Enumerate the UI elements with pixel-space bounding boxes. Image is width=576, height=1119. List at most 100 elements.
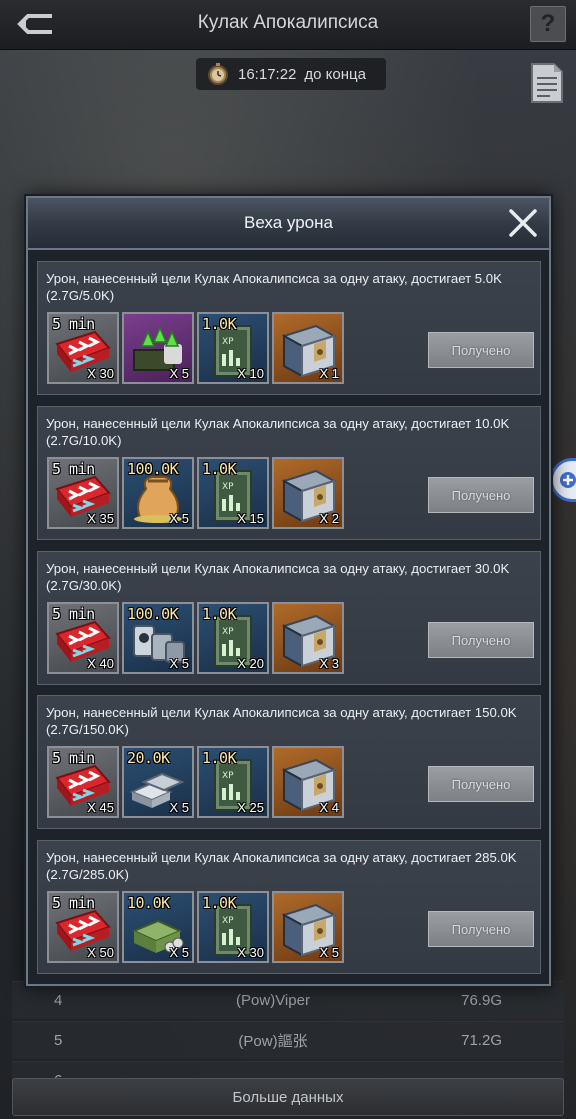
milestone-description: Урон, нанесенный цели Кулак Апокалипсиса…	[46, 561, 510, 576]
milestone-card: Урон, нанесенный цели Кулак Апокалипсиса…	[37, 840, 541, 974]
reward-quantity: X 30	[237, 945, 264, 960]
reward-item[interactable]: 5 min X 50	[47, 891, 119, 963]
reward-quantity: X 45	[87, 800, 114, 815]
leaderboard-score: 71.2G	[461, 1032, 502, 1049]
leaderboard-rank: 5	[54, 1032, 63, 1049]
reward-quantity: X 20	[237, 656, 264, 671]
reward-item[interactable]: 5 min X 30	[47, 312, 119, 384]
reward-list: 5 min X 45 20.0K X 5 XP 1.0K X 25 X 4	[47, 746, 344, 818]
reward-value-label: 10.0K	[127, 894, 170, 912]
back-button[interactable]	[14, 10, 58, 38]
reward-quantity: X 15	[237, 511, 264, 526]
leaderboard-player: (Pow)Viper	[236, 992, 310, 1009]
event-timer: 16:17:22 до конца	[196, 58, 386, 90]
top-bar: Кулак Апокалипсиса ?	[0, 0, 576, 50]
reward-value-label: 5 min	[52, 894, 95, 912]
leaderboard-row: 5 (Pow)謳张 71.2G	[12, 1021, 564, 1059]
claimed-button[interactable]: Получено	[428, 332, 534, 368]
milestone-card: Урон, нанесенный цели Кулак Апокалипсиса…	[37, 695, 541, 829]
reward-item[interactable]: X 4	[272, 746, 344, 818]
reward-item[interactable]: 20.0K X 5	[122, 746, 194, 818]
dialog-header: Веха урона	[28, 198, 549, 250]
reward-quantity: X 35	[87, 511, 114, 526]
milestone-description: Урон, нанесенный цели Кулак Апокалипсиса…	[46, 850, 517, 865]
reward-value-label: 20.0K	[127, 749, 170, 767]
claimed-button[interactable]: Получено	[428, 477, 534, 513]
milestone-progress: (2.7G/10.0K)	[46, 433, 122, 448]
dialog-title: Веха урона	[244, 213, 333, 232]
claimed-button[interactable]: Получено	[428, 622, 534, 658]
reward-value-label: 1.0K	[202, 315, 237, 333]
reward-quantity: X 5	[169, 800, 189, 815]
reward-item[interactable]: X 1	[272, 312, 344, 384]
reward-value-label: 5 min	[52, 315, 95, 333]
reward-quantity: X 25	[237, 800, 264, 815]
more-data-button[interactable]: Больше данных	[12, 1078, 564, 1116]
milestone-card: Урон, нанесенный цели Кулак Апокалипсиса…	[37, 406, 541, 540]
reward-quantity: X 5	[169, 511, 189, 526]
close-button[interactable]	[497, 198, 549, 248]
reward-quantity: X 1	[319, 366, 339, 381]
reward-item[interactable]: 5 min X 35	[47, 457, 119, 529]
reward-item[interactable]: XP 1.0K X 20	[197, 602, 269, 674]
help-button[interactable]: ?	[530, 6, 566, 42]
reward-quantity: X 3	[319, 656, 339, 671]
reward-item[interactable]: X 3	[272, 602, 344, 674]
milestone-description: Урон, нанесенный цели Кулак Апокалипсиса…	[46, 705, 517, 720]
reward-item[interactable]: 5 min X 45	[47, 746, 119, 818]
reward-value-label: 5 min	[52, 605, 95, 623]
event-title: Кулак Апокалипсиса	[197, 12, 379, 33]
reward-item[interactable]: XP 1.0K X 25	[197, 746, 269, 818]
svg-text:XP: XP	[222, 482, 234, 492]
reward-item[interactable]: XP 1.0K X 15	[197, 457, 269, 529]
milestone-card: Урон, нанесенный цели Кулак Апокалипсиса…	[37, 551, 541, 685]
reward-quantity: X 5	[169, 656, 189, 671]
reward-value-label: 5 min	[52, 749, 95, 767]
reward-quantity: X 5	[169, 366, 189, 381]
reward-item[interactable]: XP 1.0K X 30	[197, 891, 269, 963]
reward-list: 5 min X 50 10.0K X 5 XP 1.0K X 30 X 5	[47, 891, 344, 963]
milestone-card: Урон, нанесенный цели Кулак Апокалипсиса…	[37, 261, 541, 395]
svg-text:XP: XP	[222, 771, 234, 781]
reward-quantity: X 50	[87, 945, 114, 960]
milestone-description: Урон, нанесенный цели Кулак Апокалипсиса…	[46, 416, 510, 431]
stopwatch-icon	[208, 63, 228, 85]
svg-text:XP: XP	[222, 627, 234, 637]
reward-item[interactable]: X 5	[122, 312, 194, 384]
back-arrow-icon	[17, 14, 52, 34]
reward-quantity: X 4	[319, 800, 339, 815]
svg-text:XP: XP	[222, 916, 234, 926]
leaderboard-row: 4 (Pow)Viper 76.9G	[12, 981, 564, 1019]
reward-item[interactable]: 100.0K X 5	[122, 602, 194, 674]
reward-quantity: X 2	[319, 511, 339, 526]
reward-item[interactable]: 10.0K X 5	[122, 891, 194, 963]
reward-item[interactable]: 5 min X 40	[47, 602, 119, 674]
leaderboard-rank: 4	[54, 992, 63, 1009]
reward-item[interactable]: XP 1.0K X 10	[197, 312, 269, 384]
damage-milestone-dialog: Веха урона Урон, нанесенный цели Кулак А…	[26, 196, 551, 986]
close-icon	[509, 209, 537, 237]
reward-value-label: 1.0K	[202, 894, 237, 912]
reward-list: 5 min X 35 100.0K X 5 XP 1.0K X 15 X 2	[47, 457, 344, 529]
milestone-progress: (2.7G/5.0K)	[46, 288, 115, 303]
reward-list: 5 min X 40 100.0K X 5 XP 1.0K X 20 X 3	[47, 602, 344, 674]
claimed-button[interactable]: Получено	[428, 766, 534, 802]
timer-suffix: до конца	[304, 65, 366, 83]
reward-value-label: 5 min	[52, 460, 95, 478]
reward-list: 5 min X 30 X 5 XP 1.0K X 10 X 1	[47, 312, 344, 384]
reward-quantity: X 10	[237, 366, 264, 381]
reward-value-label: 1.0K	[202, 749, 237, 767]
reward-item[interactable]: 100.0K X 5	[122, 457, 194, 529]
claimed-button[interactable]: Получено	[428, 911, 534, 947]
milestone-description: Урон, нанесенный цели Кулак Апокалипсиса…	[46, 271, 502, 286]
reward-value-label: 1.0K	[202, 605, 237, 623]
reward-quantity: X 5	[169, 945, 189, 960]
reward-item[interactable]: X 2	[272, 457, 344, 529]
reward-value-label: 1.0K	[202, 460, 237, 478]
leaderboard-player: (Pow)謳张	[238, 1033, 308, 1050]
reward-quantity: X 40	[87, 656, 114, 671]
rules-document-icon[interactable]	[530, 62, 564, 104]
reward-item[interactable]: X 5	[272, 891, 344, 963]
milestone-progress: (2.7G/285.0K)	[46, 867, 129, 882]
reward-value-label: 100.0K	[127, 605, 179, 623]
